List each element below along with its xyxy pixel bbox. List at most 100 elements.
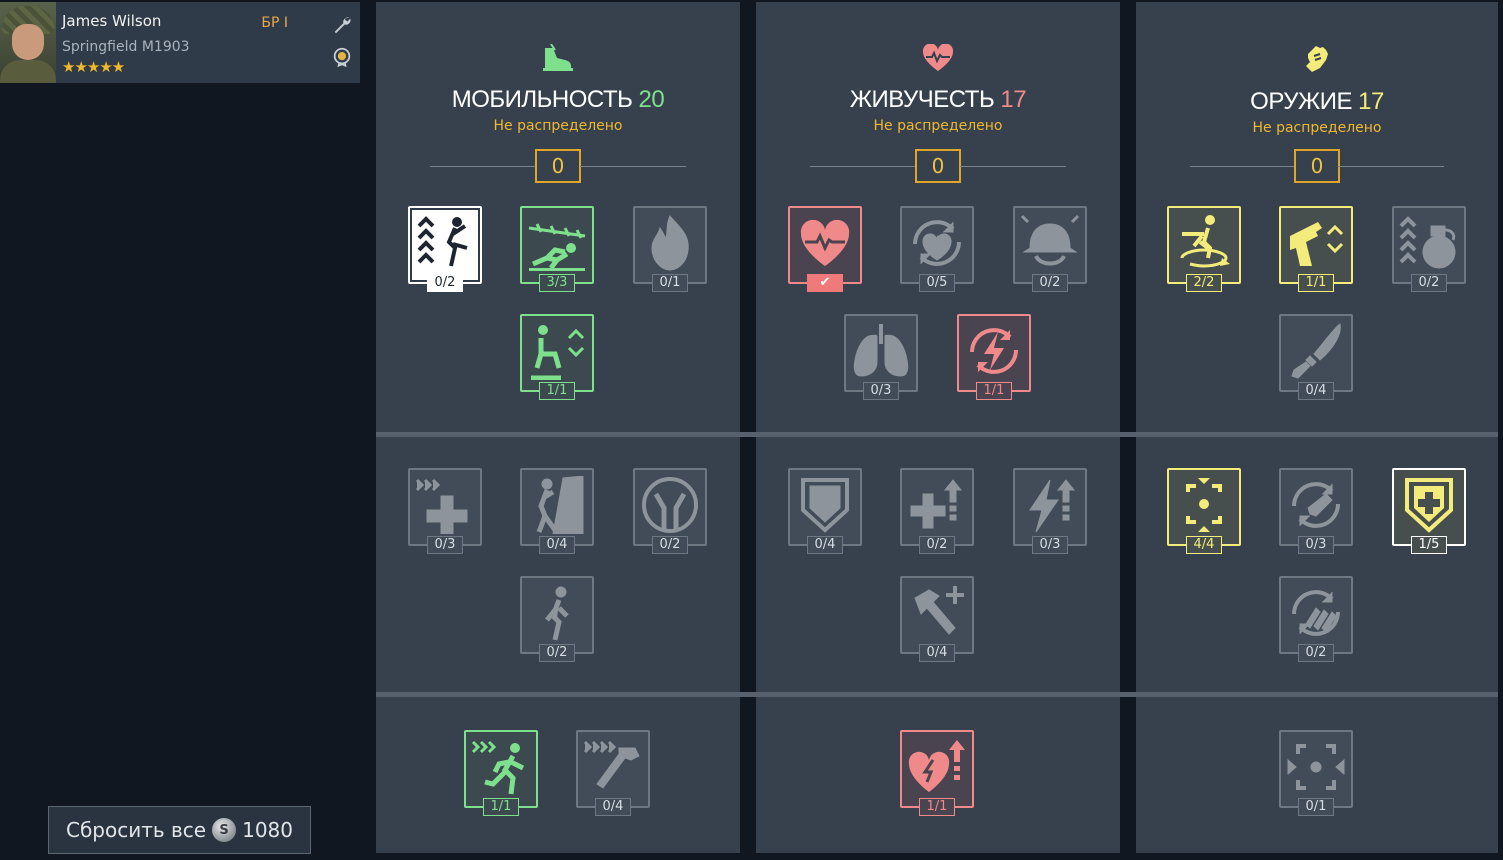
skill-level: 0/5: [919, 274, 955, 292]
skill-level: 1/5: [1411, 536, 1447, 554]
heal-up-icon: [910, 479, 963, 529]
skill-aim-focus[interactable]: 4/4: [1167, 468, 1241, 554]
fist-icon: [1306, 46, 1328, 72]
skill-crawl-under-wire[interactable]: 3/3: [520, 206, 594, 292]
skill-level: 0/4: [807, 536, 843, 554]
skill-level: 0/1: [1298, 798, 1334, 816]
mobility-unallocated-label: Не распределено: [493, 118, 623, 134]
skill-level: 3/3: [539, 274, 575, 292]
mobility-points: 20: [638, 86, 665, 113]
skill-level: 0/3: [427, 536, 463, 554]
grenade-throw-icon: [1399, 216, 1456, 269]
skill-level: 0/4: [1298, 382, 1334, 400]
scope-icon: [1287, 744, 1345, 790]
skill-level: 1/1: [539, 382, 575, 400]
skill-level: 0/4: [595, 798, 631, 816]
medkit-shield-icon: [1405, 478, 1453, 533]
skill-medkit-shield[interactable]: 1/5: [1392, 468, 1466, 554]
helmet-icon: [1020, 214, 1080, 266]
repair-hammer-icon: [914, 586, 964, 635]
vitality-title: ЖИВУЧЕСТЬ: [849, 86, 995, 113]
skill-heart-boost[interactable]: 1/1: [900, 730, 974, 816]
skill-level: 0/2: [919, 536, 955, 554]
skill-level: 0/2: [1032, 274, 1068, 292]
skill-walk[interactable]: 0/2: [520, 576, 594, 662]
skill-climb[interactable]: 0/4: [520, 468, 594, 554]
skill-energy-regen[interactable]: 1/1: [957, 314, 1031, 400]
rank-stars: ★★★★★: [62, 58, 125, 76]
skill-sprint[interactable]: 1/1: [464, 730, 538, 816]
skill-vault-jump[interactable]: 0/2: [408, 206, 482, 292]
skill-stamina-regen[interactable]: 0/5: [900, 206, 974, 292]
soldier-weapon: Springfield M1903: [62, 39, 190, 55]
skill-heal-up[interactable]: 0/2: [900, 468, 974, 554]
skill-armor[interactable]: 0/4: [788, 468, 862, 554]
skill-level: 0/4: [539, 536, 575, 554]
vitality-points: 17: [1000, 86, 1027, 113]
weapons-unallocated-points: 0: [1294, 149, 1340, 183]
skill-health[interactable]: ✔: [788, 206, 862, 292]
turn-aim-icon: [1180, 215, 1230, 268]
skill-crouch-stance[interactable]: 1/1: [520, 314, 594, 400]
walk-icon: [545, 586, 569, 641]
reset-all-button[interactable]: Сбросить все S 1080: [48, 806, 311, 854]
skill-fast-build[interactable]: 0/4: [576, 730, 650, 816]
soldier-card[interactable]: James Wilson Springfield M1903 ★★★★★ БР …: [0, 2, 360, 83]
pistol-swap-icon: [1290, 222, 1344, 266]
skill-level: 0/2: [1411, 274, 1447, 292]
aim-focus-icon: [1186, 478, 1222, 532]
mobility-unallocated-points: 0: [535, 149, 581, 183]
crawl-under-wire-icon: [528, 223, 586, 271]
skill-level: 0/2: [1298, 644, 1334, 662]
vault-jump-icon: [417, 216, 468, 267]
skill-level: 0/4: [919, 644, 955, 662]
knife-icon: [1291, 323, 1341, 379]
skill-level: ✔: [807, 274, 843, 292]
skill-pistol-swap[interactable]: 1/1: [1279, 206, 1353, 292]
vitality-unallocated-label: Не распределено: [873, 118, 1003, 134]
skill-fire-resist[interactable]: 0/1: [633, 206, 707, 292]
skill-repair[interactable]: 0/4: [900, 576, 974, 662]
skill-level: 2/2: [1186, 274, 1222, 292]
medal-icon[interactable]: [331, 46, 353, 68]
energy-up-icon: [1029, 479, 1076, 533]
wrench-icon[interactable]: [331, 14, 353, 36]
skill-level: 0/3: [1032, 536, 1068, 554]
heart-icon: [800, 219, 850, 266]
skill-level: 4/4: [1186, 536, 1222, 554]
skill-level: 0/2: [539, 644, 575, 662]
ammo-refill-icon: [1292, 590, 1340, 636]
skill-ammo-refill[interactable]: 0/2: [1279, 576, 1353, 662]
fire-resist-icon: [651, 215, 689, 271]
skill-scope[interactable]: 0/1: [1279, 730, 1353, 816]
skill-reload[interactable]: 0/3: [1279, 468, 1353, 554]
skill-level: 0/3: [863, 382, 899, 400]
mobility-title: МОБИЛЬНОСТЬ: [451, 86, 633, 113]
skill-level: 0/2: [427, 274, 463, 292]
running-shoe-icon: [543, 44, 573, 71]
skill-level: 1/1: [976, 382, 1012, 400]
armor-shield-icon: [801, 478, 849, 533]
weapons-column: ОРУЖИЕ 17 Не распределено 0: [1136, 2, 1498, 853]
skill-grenade[interactable]: 0/2: [1392, 206, 1466, 292]
skill-level: 1/1: [919, 798, 955, 816]
skill-level: 0/3: [1298, 536, 1334, 554]
skill-helmet[interactable]: 0/2: [1013, 206, 1087, 292]
reset-all-label: Сбросить все: [65, 818, 207, 842]
fast-build-icon: [583, 740, 640, 789]
vitality-column: ЖИВУЧЕСТЬ 17 Не распределено 0: [756, 2, 1120, 853]
skill-level: 0/1: [652, 274, 688, 292]
soldier-avatar: [0, 2, 56, 83]
skill-energy-up[interactable]: 0/3: [1013, 468, 1087, 554]
battle-rating-label: БР I: [261, 15, 288, 31]
weapons-unallocated-label: Не распределено: [1252, 120, 1382, 136]
heart-boost-icon: [908, 740, 965, 792]
skill-lungs[interactable]: 0/3: [844, 314, 918, 400]
skill-knife[interactable]: 0/4: [1279, 314, 1353, 400]
skill-fall-resist[interactable]: 0/2: [633, 468, 707, 554]
mobility-column: МОБИЛЬНОСТЬ 20 Не распределено 0: [376, 2, 740, 853]
silver-coin-icon: S: [212, 818, 237, 842]
skill-turn-aim[interactable]: 2/2: [1167, 206, 1241, 292]
reload-icon: [1292, 482, 1340, 528]
skill-fast-heal[interactable]: 0/3: [408, 468, 482, 554]
